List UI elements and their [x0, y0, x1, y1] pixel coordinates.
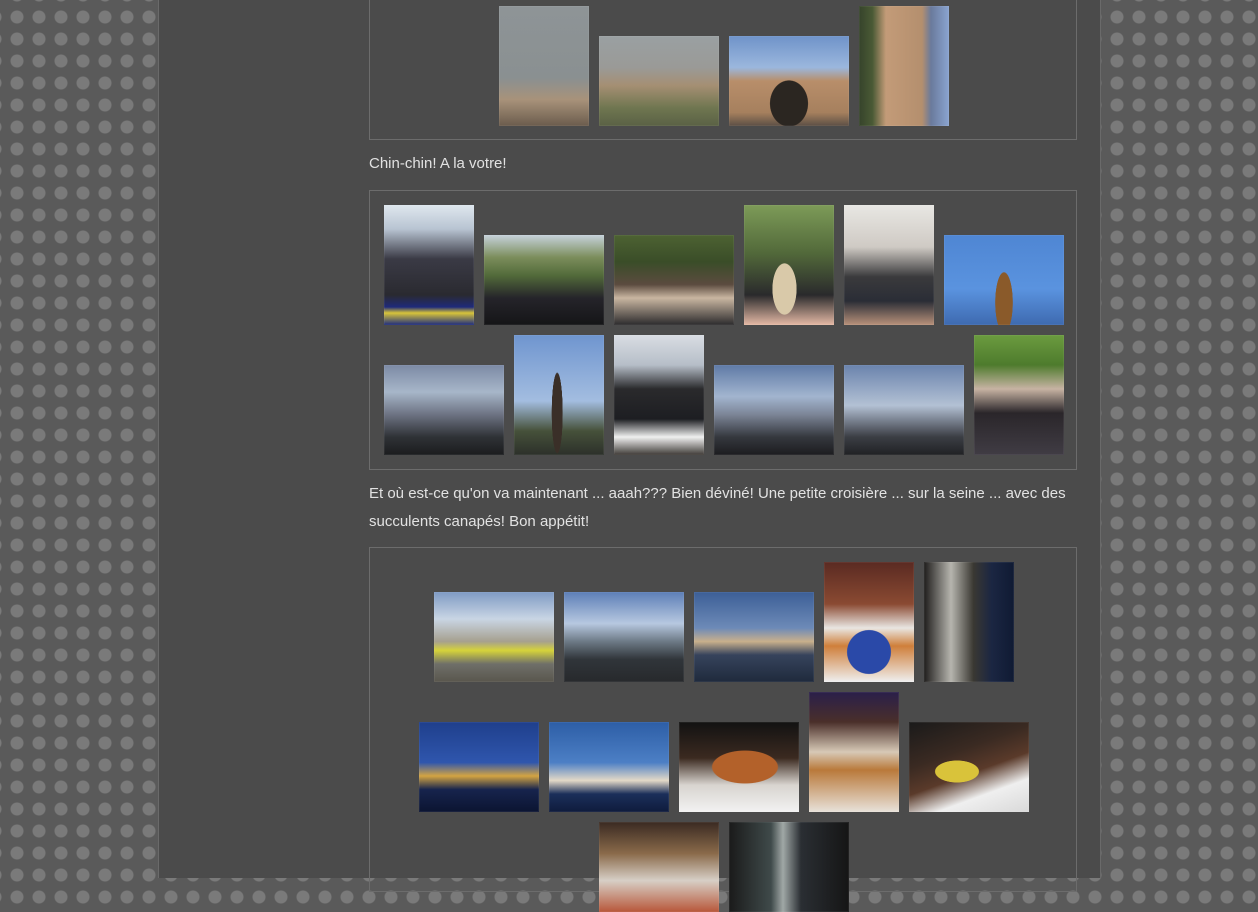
- photo-canapes-tray[interactable]: [679, 722, 799, 812]
- photo-buffet-table[interactable]: [599, 822, 719, 912]
- photo-riverbank-building[interactable]: [434, 592, 554, 682]
- photo-gallery-paris-views: [369, 0, 1077, 140]
- photo-champs-elysees-aerial[interactable]: [599, 36, 719, 126]
- photo-arc-de-triomphe-front[interactable]: [729, 36, 849, 126]
- photo-eiffel-tower-tall[interactable]: [514, 335, 604, 455]
- photo-toast-hands[interactable]: [844, 205, 934, 325]
- caption-chinchin: Chin-chin! A la votre!: [369, 155, 507, 172]
- photo-paris-skyline-view[interactable]: [499, 6, 589, 126]
- photo-pont-alexandre-night[interactable]: [419, 722, 539, 812]
- caption-croisiere: Et où est-ce qu'on va maintenant ... aaa…: [369, 485, 1066, 530]
- photo-woman-drinking[interactable]: [974, 335, 1064, 455]
- photo-bus-upper-deck[interactable]: [384, 205, 474, 325]
- photo-gallery-seine-cruise: [369, 547, 1077, 912]
- photo-seine-sunset[interactable]: [694, 592, 814, 682]
- photo-canapes-platter[interactable]: [824, 562, 914, 682]
- photo-bridge-dusk[interactable]: [714, 365, 834, 455]
- photo-bus-passengers-trees[interactable]: [484, 235, 604, 325]
- photo-river-dusk[interactable]: [844, 365, 964, 455]
- photo-peniche-night[interactable]: [549, 722, 669, 812]
- photo-gallery-bus-tour: [369, 190, 1077, 470]
- photo-petits-fours[interactable]: [909, 722, 1029, 812]
- photo-bottle-night[interactable]: [729, 822, 849, 912]
- photo-group-selfie-bus[interactable]: [614, 235, 734, 325]
- photo-dusk-square[interactable]: [384, 365, 504, 455]
- photo-night-boat-railing[interactable]: [924, 562, 1014, 682]
- photo-woman-pouring[interactable]: [614, 335, 704, 455]
- photo-dessert-buffet[interactable]: [809, 692, 899, 812]
- photo-arc-de-triomphe-street[interactable]: [859, 6, 949, 126]
- photo-eiffel-tower-evening[interactable]: [944, 235, 1064, 325]
- photo-boat-quay[interactable]: [564, 592, 684, 682]
- photo-champagne-glass[interactable]: [744, 205, 834, 325]
